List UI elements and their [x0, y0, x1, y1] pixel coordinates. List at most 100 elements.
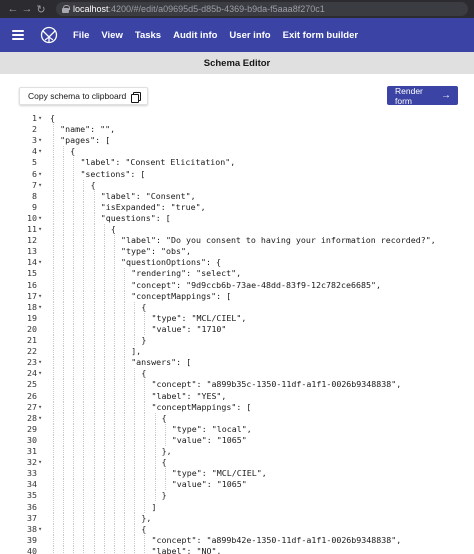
- code-line: 18 ▾ {: [12, 301, 458, 313]
- indent-guide: [73, 179, 75, 191]
- copy-schema-button[interactable]: Copy schema to clipboard: [19, 87, 149, 105]
- fold-toggle-icon[interactable]: ▾: [38, 524, 44, 535]
- code-line: 34 "value": "1065": [12, 479, 458, 491]
- menu-view[interactable]: View: [101, 30, 122, 41]
- code-line: 29 "type": "local",: [12, 423, 458, 435]
- indent-guide: [124, 534, 126, 546]
- indent-guide: [93, 312, 95, 324]
- indent-guide: [73, 479, 75, 491]
- indent-guide: [124, 357, 126, 369]
- indent-guide: [113, 379, 115, 391]
- indent-guide: [53, 534, 54, 546]
- indent-guide: [53, 335, 54, 347]
- back-arrow-icon[interactable]: ←: [6, 3, 20, 15]
- indent-guide: [103, 523, 105, 535]
- fold-toggle-icon[interactable]: ▾: [38, 302, 44, 313]
- schema-code-editor[interactable]: 1 ▾{2 "name": "", 3 ▾ "pages": [4 ▾{5 "label": …: [12, 110, 458, 554]
- fold-toggle-icon[interactable]: ▾: [38, 402, 44, 413]
- code-line: 27 ▾ "conceptMappings": [: [12, 401, 458, 413]
- indent-guide: [63, 201, 65, 213]
- indent-guide: [144, 490, 146, 502]
- fold-toggle-icon[interactable]: ▾: [38, 291, 44, 302]
- url-field[interactable]: localhost:4200/#/edit/a09695d5-d85b-4369…: [56, 2, 468, 16]
- indent-guide: [113, 235, 115, 247]
- render-form-button[interactable]: Render form →: [387, 86, 458, 106]
- indent-guide: [93, 501, 95, 513]
- indent-guide: [63, 157, 65, 169]
- fold-toggle-icon[interactable]: ▾: [38, 180, 44, 191]
- indent-guide: [103, 323, 105, 335]
- indent-guide: [124, 279, 126, 291]
- indent-guide: [103, 379, 105, 391]
- code-text: "label": "NO",: [151, 545, 222, 554]
- indent-guide: [53, 301, 54, 313]
- indent-guide: [113, 257, 115, 269]
- indent-guide: [124, 323, 126, 335]
- fold-toggle-icon[interactable]: ▾: [38, 113, 44, 124]
- line-number: 28: [27, 412, 37, 423]
- indent-guide: [73, 545, 75, 554]
- indent-guide: [103, 246, 105, 258]
- fold-toggle-icon[interactable]: ▾: [38, 135, 44, 146]
- forward-arrow-icon[interactable]: →: [20, 3, 34, 15]
- indent-guide: [93, 246, 95, 258]
- indent-guide: [103, 501, 105, 513]
- indent-guide: [83, 457, 85, 469]
- indent-guide: [73, 312, 75, 324]
- code-text: "label": "YES",: [151, 390, 227, 401]
- code-text: "conceptMappings": [: [151, 401, 252, 412]
- fold-toggle-icon[interactable]: ▾: [38, 368, 44, 379]
- indent-guide: [53, 434, 54, 446]
- menu-user-info[interactable]: User info: [229, 30, 270, 41]
- indent-guide: [124, 390, 126, 402]
- indent-guide: [124, 512, 126, 524]
- code-line: 37},: [12, 512, 458, 524]
- menu-tasks[interactable]: Tasks: [135, 30, 161, 41]
- indent-guide: [113, 457, 115, 469]
- code-line: 22],: [12, 346, 458, 358]
- code-line: 13 "type": "obs",: [12, 246, 458, 258]
- fold-toggle-icon[interactable]: ▾: [38, 257, 44, 268]
- indent-guide: [83, 257, 85, 269]
- line-number: 30: [27, 434, 37, 445]
- indent-guide: [73, 190, 75, 202]
- indent-guide: [154, 490, 156, 502]
- indent-guide: [63, 279, 65, 291]
- fold-toggle-icon[interactable]: ▾: [38, 169, 44, 180]
- line-number: 19: [27, 312, 37, 323]
- indent-guide: [93, 190, 95, 202]
- indent-guide: [63, 468, 65, 480]
- indent-guide: [63, 534, 65, 546]
- fold-toggle-icon[interactable]: ▾: [38, 413, 44, 424]
- indent-guide: [53, 523, 54, 535]
- code-line: 21}: [12, 335, 458, 347]
- indent-guide: [83, 224, 85, 236]
- fold-toggle-icon[interactable]: ▾: [38, 224, 44, 235]
- indent-guide: [63, 268, 65, 280]
- indent-guide: [53, 201, 54, 213]
- indent-guide: [63, 312, 65, 324]
- indent-guide: [53, 468, 54, 480]
- indent-guide: [103, 301, 105, 313]
- indent-guide: [103, 235, 105, 247]
- indent-guide: [103, 390, 105, 402]
- indent-guide: [73, 268, 75, 280]
- code-line: 17 ▾ "conceptMappings": [: [12, 290, 458, 302]
- menu-exit-form-builder[interactable]: Exit form builder: [283, 30, 358, 41]
- fold-toggle-icon[interactable]: ▾: [38, 146, 44, 157]
- line-number: 2: [32, 124, 37, 135]
- indent-guide: [93, 357, 95, 369]
- code-text: "isExpanded": "true",: [100, 201, 206, 212]
- fold-toggle-icon[interactable]: ▾: [38, 457, 44, 468]
- code-text: "label": "Consent Elicitation",: [80, 157, 236, 168]
- menu-audit-info[interactable]: Audit info: [173, 30, 217, 41]
- fold-toggle-icon[interactable]: ▾: [38, 357, 44, 368]
- fold-toggle-icon[interactable]: ▾: [38, 213, 44, 224]
- menu-file[interactable]: File: [73, 30, 89, 41]
- indent-guide: [93, 379, 95, 391]
- code-text: "type": "MCL/CIEL",: [151, 312, 247, 323]
- hamburger-icon[interactable]: [12, 30, 24, 40]
- indent-guide: [93, 335, 95, 347]
- indent-guide: [93, 235, 95, 247]
- reload-icon[interactable]: ↻: [34, 3, 48, 16]
